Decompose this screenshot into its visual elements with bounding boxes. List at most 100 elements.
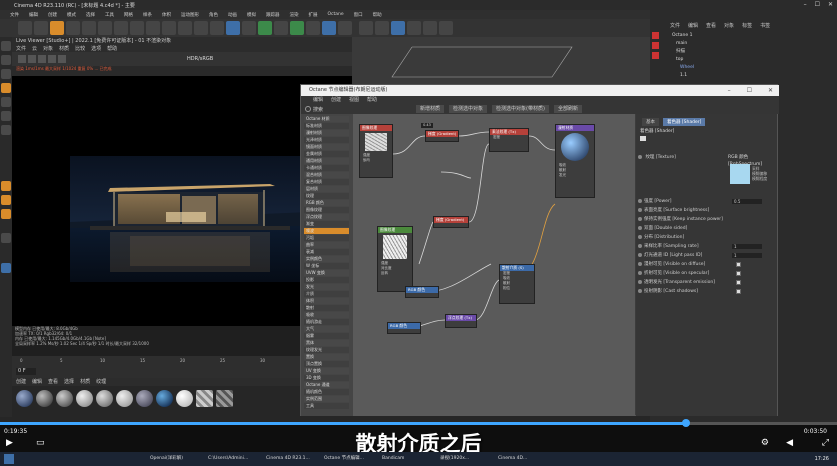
live-viewer-menu-item[interactable]: 比较 bbox=[75, 45, 85, 52]
keyframe-dot[interactable] bbox=[638, 252, 642, 257]
material-ball[interactable] bbox=[76, 390, 93, 407]
material-ball[interactable] bbox=[36, 390, 53, 407]
keyframe-dot[interactable] bbox=[638, 154, 642, 159]
octane-icon[interactable] bbox=[391, 21, 405, 35]
node-editor-tab[interactable]: 检测选中对象 bbox=[449, 105, 488, 113]
octane-tag-icon[interactable] bbox=[652, 42, 659, 49]
live-viewer-menu-item[interactable]: 文件 bbox=[16, 45, 26, 52]
scatter-medium-node[interactable]: 散射介质 (S) 密度 吸收 散射 相位 bbox=[499, 264, 535, 304]
rotate-icon[interactable] bbox=[98, 21, 112, 35]
attribute-row[interactable]: 漫射可见 [Visible on diffuse] bbox=[638, 261, 775, 268]
material-ball[interactable] bbox=[136, 390, 153, 407]
menu-item[interactable]: 选择 bbox=[86, 12, 95, 18]
field-icon[interactable] bbox=[306, 21, 320, 35]
search-icon[interactable] bbox=[305, 106, 311, 112]
menu-item[interactable]: 文件 bbox=[10, 12, 19, 18]
object-manager-tab[interactable]: 查看 bbox=[706, 22, 716, 30]
attribute-row[interactable]: 表面亮度 [Surface brightness] bbox=[638, 207, 775, 214]
object-manager-tab[interactable]: 书签 bbox=[760, 22, 770, 30]
close-icon[interactable]: ✕ bbox=[828, 1, 833, 8]
attribute-value-field[interactable]: 0.5 bbox=[732, 199, 762, 204]
keyframe-dot[interactable] bbox=[638, 243, 642, 248]
minimize-icon[interactable]: – bbox=[728, 85, 731, 96]
object-row[interactable]: Octane 1 bbox=[672, 32, 692, 39]
menu-item[interactable]: 模式 bbox=[67, 12, 76, 18]
live-viewer-menu-item[interactable]: 选项 bbox=[91, 45, 101, 52]
float-texture-node[interactable]: 浮点纹理 (Tx) bbox=[445, 314, 477, 328]
menu-item[interactable]: 模拟 bbox=[247, 12, 256, 18]
material-ball[interactable] bbox=[96, 390, 113, 407]
menu-item[interactable]: 创建 bbox=[48, 12, 57, 18]
video-progress[interactable] bbox=[0, 419, 837, 427]
s-icon-3[interactable] bbox=[1, 209, 11, 219]
deformer-icon[interactable] bbox=[290, 21, 304, 35]
keyframe-dot[interactable] bbox=[638, 225, 642, 230]
object-manager-tab[interactable]: 标签 bbox=[742, 22, 752, 30]
taskbar-item[interactable]: Cinema 4D R23.1... bbox=[256, 454, 310, 464]
axis-y-icon[interactable] bbox=[130, 21, 144, 35]
attribute-row[interactable]: 双面 [Double sided] bbox=[638, 225, 775, 232]
polygons-mode-icon[interactable] bbox=[439, 21, 453, 35]
gradient-node[interactable]: 梯度 (Gradient) bbox=[425, 130, 459, 142]
render-view-icon[interactable] bbox=[194, 21, 208, 35]
attribute-value-field[interactable]: 1 bbox=[732, 253, 762, 258]
object-row[interactable]: 扫描 bbox=[676, 48, 685, 55]
minimize-icon[interactable]: – bbox=[804, 1, 807, 8]
node-editor-tab[interactable]: 检测选中对象(带材质) bbox=[492, 105, 549, 113]
brush-icon[interactable] bbox=[1, 83, 11, 93]
material-menu-item[interactable]: 选择 bbox=[64, 378, 74, 386]
image-texture-node[interactable]: 图像纹理 强度 伽马 bbox=[359, 124, 393, 178]
node-editor-menu-item[interactable]: 编辑 bbox=[313, 96, 323, 104]
start-icon[interactable] bbox=[4, 454, 14, 464]
attribute-row[interactable]: 灯光通道 ID [Light pass ID] 1 bbox=[638, 252, 775, 259]
node-canvas[interactable]: Octane 材质 标准材质 漫射材质 光泽材质 镜面材质 金属材质 通用材质 卡通材质 混合材… bbox=[301, 114, 635, 416]
menu-item[interactable]: Octane bbox=[328, 12, 344, 17]
keyframe-dot[interactable] bbox=[638, 198, 642, 203]
shader-preview-toggle[interactable] bbox=[640, 136, 646, 141]
array-icon[interactable] bbox=[274, 21, 288, 35]
multiply-texture-node[interactable]: 乘法纹理 (Tx) 密度 bbox=[489, 128, 529, 152]
material-ball[interactable] bbox=[56, 390, 73, 407]
menu-item[interactable]: 角色 bbox=[209, 12, 218, 18]
model-mode-icon[interactable] bbox=[1, 41, 11, 51]
menu-item[interactable]: 跟踪器 bbox=[266, 12, 280, 18]
edges-mode-icon[interactable] bbox=[423, 21, 437, 35]
live-viewer-menu-item[interactable]: 材质 bbox=[59, 45, 69, 52]
menu-item[interactable]: 网格 bbox=[124, 12, 133, 18]
object-row[interactable]: main bbox=[676, 40, 687, 47]
undo-icon[interactable] bbox=[18, 21, 32, 35]
workplane-icon[interactable] bbox=[375, 21, 389, 35]
keyframe-dot[interactable] bbox=[638, 216, 642, 221]
maximize-icon[interactable]: ☐ bbox=[815, 1, 820, 8]
material-ball[interactable] bbox=[16, 390, 33, 407]
coordinate-icon[interactable] bbox=[162, 21, 176, 35]
octane-tag-icon[interactable] bbox=[652, 32, 659, 39]
attribute-checkbox[interactable] bbox=[736, 289, 741, 294]
menu-item[interactable]: 运动图形 bbox=[181, 12, 199, 18]
rgb-color-node-2[interactable]: RGB 颜色 bbox=[387, 322, 421, 334]
node-editor-menu-item[interactable]: 帮助 bbox=[367, 96, 377, 104]
node-editor-menu-item[interactable]: 创建 bbox=[331, 96, 341, 104]
pause-render-icon[interactable] bbox=[38, 55, 46, 63]
send-scene-icon[interactable] bbox=[18, 55, 26, 63]
s-icon[interactable] bbox=[1, 181, 11, 191]
menu-item[interactable]: 扩展 bbox=[309, 12, 318, 18]
menu-item[interactable]: 样条 bbox=[143, 12, 152, 18]
rgb-color-node[interactable]: RGB 颜色 bbox=[405, 286, 439, 298]
keyframe-dot[interactable] bbox=[638, 261, 642, 266]
attribute-checkbox[interactable] bbox=[736, 280, 741, 285]
tab-basic[interactable]: 基本 bbox=[642, 118, 659, 126]
attribute-checkbox[interactable] bbox=[736, 271, 741, 276]
lock-icon[interactable] bbox=[58, 55, 66, 63]
menu-item[interactable]: 动画 bbox=[228, 12, 237, 18]
menu-item[interactable]: 工具 bbox=[105, 12, 114, 18]
material-menu-item[interactable]: 创建 bbox=[16, 378, 26, 386]
material-node[interactable]: 漫射材质 吸收 散射 发光 bbox=[555, 124, 595, 198]
attribute-row[interactable]: 折射可见 [Visible on specular] bbox=[638, 270, 775, 277]
material-ball[interactable] bbox=[196, 390, 213, 407]
menu-item[interactable]: 渲染 bbox=[290, 12, 299, 18]
object-manager-tab[interactable]: 对象 bbox=[724, 22, 734, 30]
node-editor-tab[interactable]: 新增材质 bbox=[416, 105, 445, 113]
grid-icon[interactable] bbox=[1, 263, 11, 273]
material-ball[interactable] bbox=[116, 390, 133, 407]
